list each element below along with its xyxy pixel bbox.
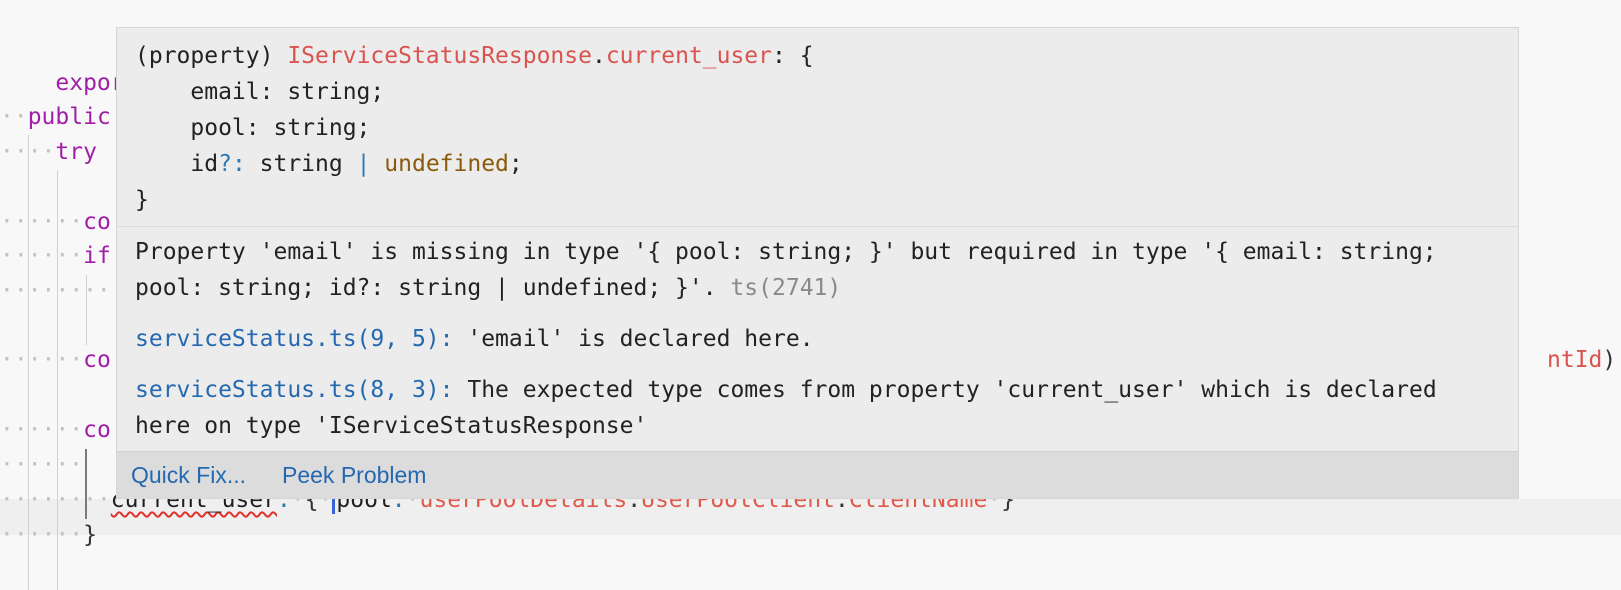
code-line: ······if <box>0 243 111 269</box>
email-key: email <box>135 79 260 105</box>
pool-line: pool: string; <box>135 115 371 141</box>
keyword-try: try <box>55 139 97 165</box>
related-location-link[interactable]: serviceStatus.ts(8, 3): <box>135 377 454 403</box>
keyword-if: if <box>83 243 111 269</box>
code-line: ······} <box>0 522 97 548</box>
type-signature: (property) IServiceStatusResponse.curren… <box>135 38 814 218</box>
code-line: ······co <box>0 417 111 443</box>
hover-divider <box>117 226 1518 227</box>
code-line: ········ <box>0 278 111 304</box>
code-line: ······co <box>0 209 111 235</box>
keyword-const: co <box>83 347 111 373</box>
quick-fix-button[interactable]: Quick Fix... <box>131 452 246 498</box>
optional-marker: ?: <box>218 151 246 177</box>
close-brace: } <box>83 522 97 548</box>
union-pipe: | <box>356 151 371 177</box>
related-info: serviceStatus.ts(9, 5): 'email' is decla… <box>135 321 1505 357</box>
code-line: ······ <box>0 452 84 478</box>
hover-tooltip[interactable]: (property) IServiceStatusResponse.curren… <box>116 27 1519 499</box>
id-key: id <box>135 151 219 177</box>
signature-close: } <box>135 187 149 213</box>
code-line: ······co <box>0 347 111 373</box>
email-type: : string; <box>259 79 385 105</box>
related-message: 'email' is declared here. <box>467 326 814 352</box>
related-info: serviceStatus.ts(8, 3): The expected typ… <box>135 372 1505 444</box>
property-name: current_user <box>605 43 772 69</box>
peek-problem-button[interactable]: Peek Problem <box>282 452 426 498</box>
semicolon: ; <box>508 151 523 177</box>
identifier-fragment: ntId <box>1547 347 1603 373</box>
dot: . <box>591 43 606 69</box>
code-line: ····try <box>0 139 97 165</box>
keyword-public: public <box>27 104 111 130</box>
id-type: string <box>245 151 357 177</box>
code-fragment: ntId) <box>1547 342 1616 378</box>
signature-open: : { <box>772 43 814 69</box>
error-code: ts(2741) <box>730 275 842 301</box>
diagnostic-message: Property 'email' is missing in type '{ p… <box>135 234 1505 459</box>
paren: ) <box>1602 347 1617 373</box>
keyword-const: co <box>83 209 111 235</box>
related-location-link[interactable]: serviceStatus.ts(9, 5): <box>135 326 454 352</box>
hover-action-bar: Quick Fix... Peek Problem <box>117 451 1518 498</box>
undefined-keyword: undefined <box>370 151 509 177</box>
signature-prefix: (property) <box>135 43 288 69</box>
code-line: ··public <box>0 104 111 130</box>
interface-name: IServiceStatusResponse <box>287 43 592 69</box>
error-text: Property 'email' is missing in type '{ p… <box>135 234 1505 306</box>
keyword-const: co <box>83 417 111 443</box>
